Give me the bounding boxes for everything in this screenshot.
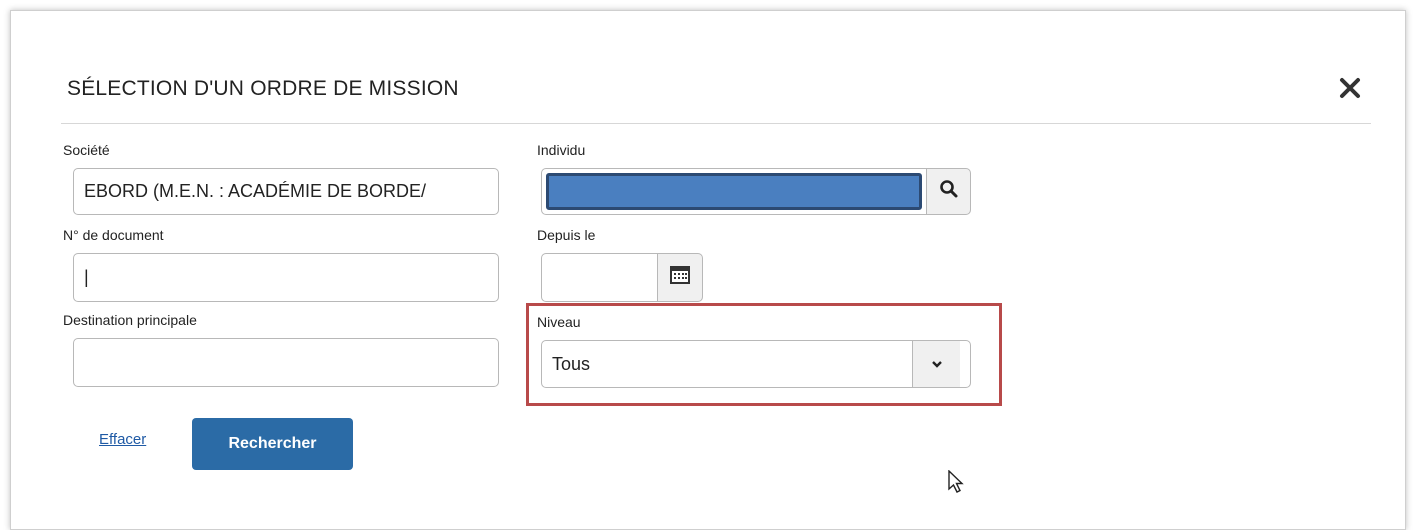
societe-field[interactable]: EBORD (M.E.N. : ACADÉMIE DE BORDE/ [73,168,499,215]
societe-value: EBORD (M.E.N. : ACADÉMIE DE BORDE/ [84,181,427,201]
n-document-label: N° de document [63,227,164,243]
redacted-value [546,173,922,210]
dialog-title: SÉLECTION D'UN ORDRE DE MISSION [67,77,459,100]
chevron-down-icon[interactable] [912,341,960,387]
individu-search-button[interactable] [926,168,971,215]
depuis-le-label: Depuis le [537,227,596,243]
calendar-button[interactable] [657,253,703,302]
n-document-value: | [84,267,89,287]
individu-label: Individu [537,142,586,158]
clear-link[interactable]: Effacer [99,431,146,448]
search-icon [939,179,959,204]
depuis-le-field[interactable] [541,253,658,302]
destination-label: Destination principale [63,312,197,328]
niveau-label: Niveau [537,314,581,330]
niveau-select[interactable]: Tous [541,340,971,388]
destination-field[interactable] [73,338,499,387]
close-icon[interactable] [1337,75,1363,101]
search-button[interactable]: Rechercher [192,418,353,470]
calendar-icon [670,266,690,289]
individu-field[interactable] [541,168,927,215]
mouse-cursor-icon [948,469,966,499]
societe-label: Société [63,142,110,158]
n-document-field[interactable]: | [73,253,499,302]
header-divider [61,123,1371,124]
niveau-value: Tous [552,353,591,374]
mission-selection-dialog: SÉLECTION D'UN ORDRE DE MISSION Société … [10,10,1406,530]
